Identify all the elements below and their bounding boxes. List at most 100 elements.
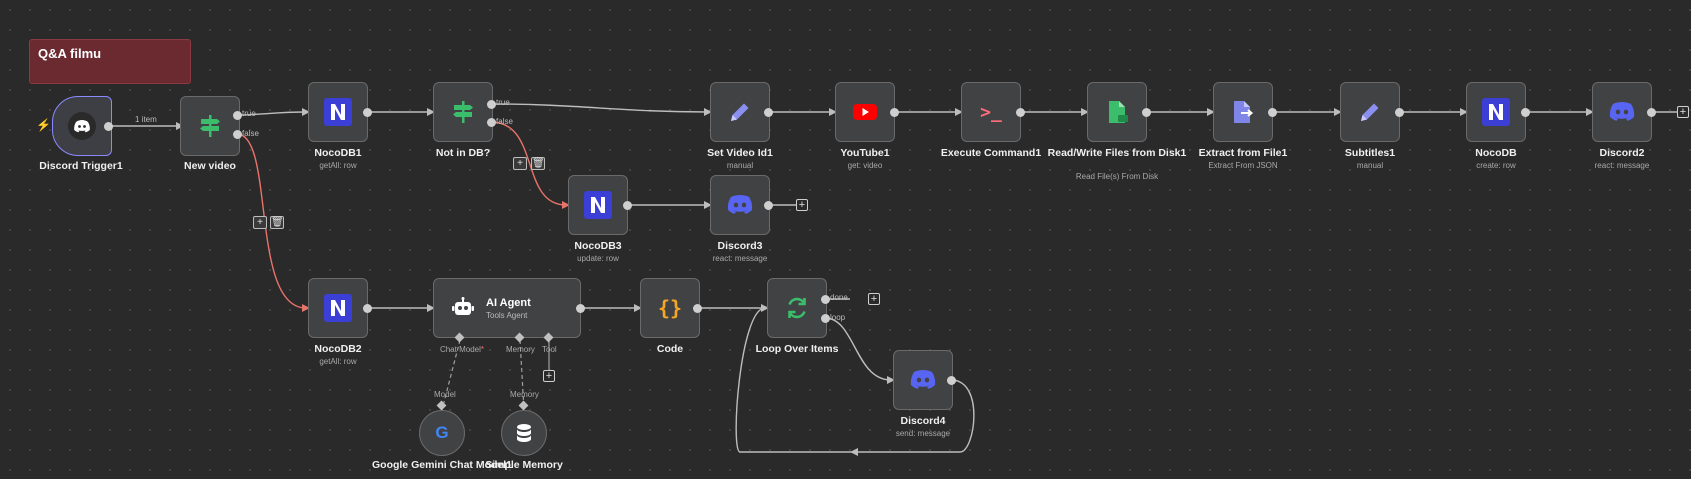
discord-icon xyxy=(727,195,753,214)
code-braces-icon: {} xyxy=(657,296,683,320)
loop-output-port[interactable] xyxy=(821,314,830,323)
false-label: false xyxy=(242,129,259,138)
file-export-icon xyxy=(1234,101,1254,123)
node-subtitle: send: message xyxy=(895,429,951,438)
discord-icon xyxy=(1609,102,1635,121)
sticky-note[interactable]: Q&A filmu xyxy=(29,39,191,84)
discord2-node[interactable] xyxy=(1592,82,1652,142)
google-g-icon: G xyxy=(435,423,449,442)
output-port[interactable] xyxy=(1395,108,1404,117)
add-connection-button[interactable]: + xyxy=(513,157,527,170)
add-tool-button[interactable]: + xyxy=(543,370,555,382)
code-node[interactable]: {} xyxy=(640,278,700,338)
chat-model-port-label: Chat Model* xyxy=(440,345,485,354)
nocodb-node[interactable] xyxy=(1466,82,1526,142)
trigger-bolt-icon: ⚡ xyxy=(36,118,51,132)
node-subtitle: Tools Agent xyxy=(486,310,528,320)
nocodb-icon xyxy=(1482,98,1510,126)
tool-port-label: Tool xyxy=(542,345,557,354)
node-label: Discord Trigger1 xyxy=(39,160,123,172)
node-label: NocoDB3 xyxy=(574,240,622,252)
extract-from-file-node[interactable] xyxy=(1213,82,1273,142)
node-subtitle: react: message xyxy=(1594,161,1650,170)
output-port[interactable] xyxy=(764,201,773,210)
output-port[interactable] xyxy=(693,304,702,313)
connection-wires xyxy=(108,103,1680,456)
ai-agent-node[interactable]: AI Agent Tools Agent xyxy=(433,278,581,338)
node-label: Loop Over Items xyxy=(755,343,839,355)
output-port[interactable] xyxy=(363,304,372,313)
node-subtitle: Read File(s) From Disk xyxy=(1075,172,1159,181)
nocodb2-node[interactable] xyxy=(308,278,368,338)
file-icon xyxy=(1109,101,1128,123)
output-port[interactable] xyxy=(1142,108,1151,117)
memory-input-label: Memory xyxy=(510,390,539,399)
output-port[interactable] xyxy=(576,304,585,313)
sticky-note-title: Q&A filmu xyxy=(38,46,102,61)
refresh-icon xyxy=(788,297,806,319)
done-label: done xyxy=(830,293,848,302)
nocodb1-node[interactable] xyxy=(308,82,368,142)
output-port[interactable] xyxy=(890,108,899,117)
loop-over-items-node[interactable] xyxy=(767,278,827,338)
node-subtitle: getAll: row xyxy=(319,357,357,366)
simple-memory-node[interactable] xyxy=(501,410,547,456)
set-video-id-node[interactable] xyxy=(710,82,770,142)
output-port[interactable] xyxy=(363,108,372,117)
done-output-port[interactable] xyxy=(821,295,830,304)
node-label: Simple Memory xyxy=(485,459,563,471)
node-subtitle: update: row xyxy=(577,254,619,263)
execute-command-node[interactable]: >_ xyxy=(961,82,1021,142)
trigger-output-port[interactable] xyxy=(104,122,113,131)
pencil-icon xyxy=(731,103,749,121)
database-icon xyxy=(517,424,531,442)
output-port[interactable] xyxy=(1016,108,1025,117)
false-label: false xyxy=(496,117,513,126)
model-input-port[interactable] xyxy=(436,400,447,411)
memory-port-label: Memory xyxy=(506,345,535,354)
google-gemini-node[interactable]: G xyxy=(419,410,465,456)
node-subtitle: react: message xyxy=(712,254,768,263)
discord3-node[interactable] xyxy=(710,175,770,235)
ai-agent-text: AI Agent Tools Agent xyxy=(486,297,531,320)
not-in-db-node[interactable] xyxy=(433,82,493,142)
add-node-button[interactable]: + xyxy=(796,199,808,211)
node-label: Discord2 xyxy=(1599,147,1645,159)
nocodb-icon xyxy=(324,294,352,322)
terminal-icon: >_ xyxy=(980,101,1002,123)
true-output-port[interactable] xyxy=(487,100,496,109)
output-port[interactable] xyxy=(1268,108,1277,117)
node-label: Discord4 xyxy=(900,415,946,427)
nocodb3-node[interactable] xyxy=(568,175,628,235)
signpost-icon xyxy=(200,115,220,137)
new-video-node[interactable] xyxy=(180,96,240,156)
delete-connection-trash-icon[interactable]: 🗑 xyxy=(270,216,284,229)
output-port[interactable] xyxy=(947,376,956,385)
add-node-button[interactable]: + xyxy=(1677,106,1689,118)
true-label: true xyxy=(496,98,510,107)
true-output-port[interactable] xyxy=(233,111,242,120)
subtitles1-node[interactable] xyxy=(1340,82,1400,142)
nocodb-icon xyxy=(324,98,352,126)
loop-label: loop xyxy=(830,313,846,322)
discord4-node[interactable] xyxy=(893,350,953,410)
node-label: NocoDB2 xyxy=(314,343,362,355)
output-port[interactable] xyxy=(764,108,773,117)
node-subtitle: get: video xyxy=(847,161,883,170)
node-label: Discord3 xyxy=(717,240,763,252)
output-port[interactable] xyxy=(1521,108,1530,117)
delete-connection-trash-icon[interactable]: 🗑 xyxy=(531,157,545,170)
output-port[interactable] xyxy=(623,201,632,210)
false-output-port[interactable] xyxy=(233,130,242,139)
output-port[interactable] xyxy=(1647,108,1656,117)
discord-trigger-node[interactable] xyxy=(52,96,112,156)
youtube1-node[interactable] xyxy=(835,82,895,142)
nocodb-icon xyxy=(584,191,612,219)
add-connection-button[interactable]: + xyxy=(253,216,267,229)
discord-icon xyxy=(910,370,936,389)
memory-input-port[interactable] xyxy=(518,400,529,411)
discord-icon xyxy=(68,112,96,140)
add-node-button[interactable]: + xyxy=(868,293,880,305)
false-output-port[interactable] xyxy=(487,118,496,127)
read-write-files-node[interactable] xyxy=(1087,82,1147,142)
